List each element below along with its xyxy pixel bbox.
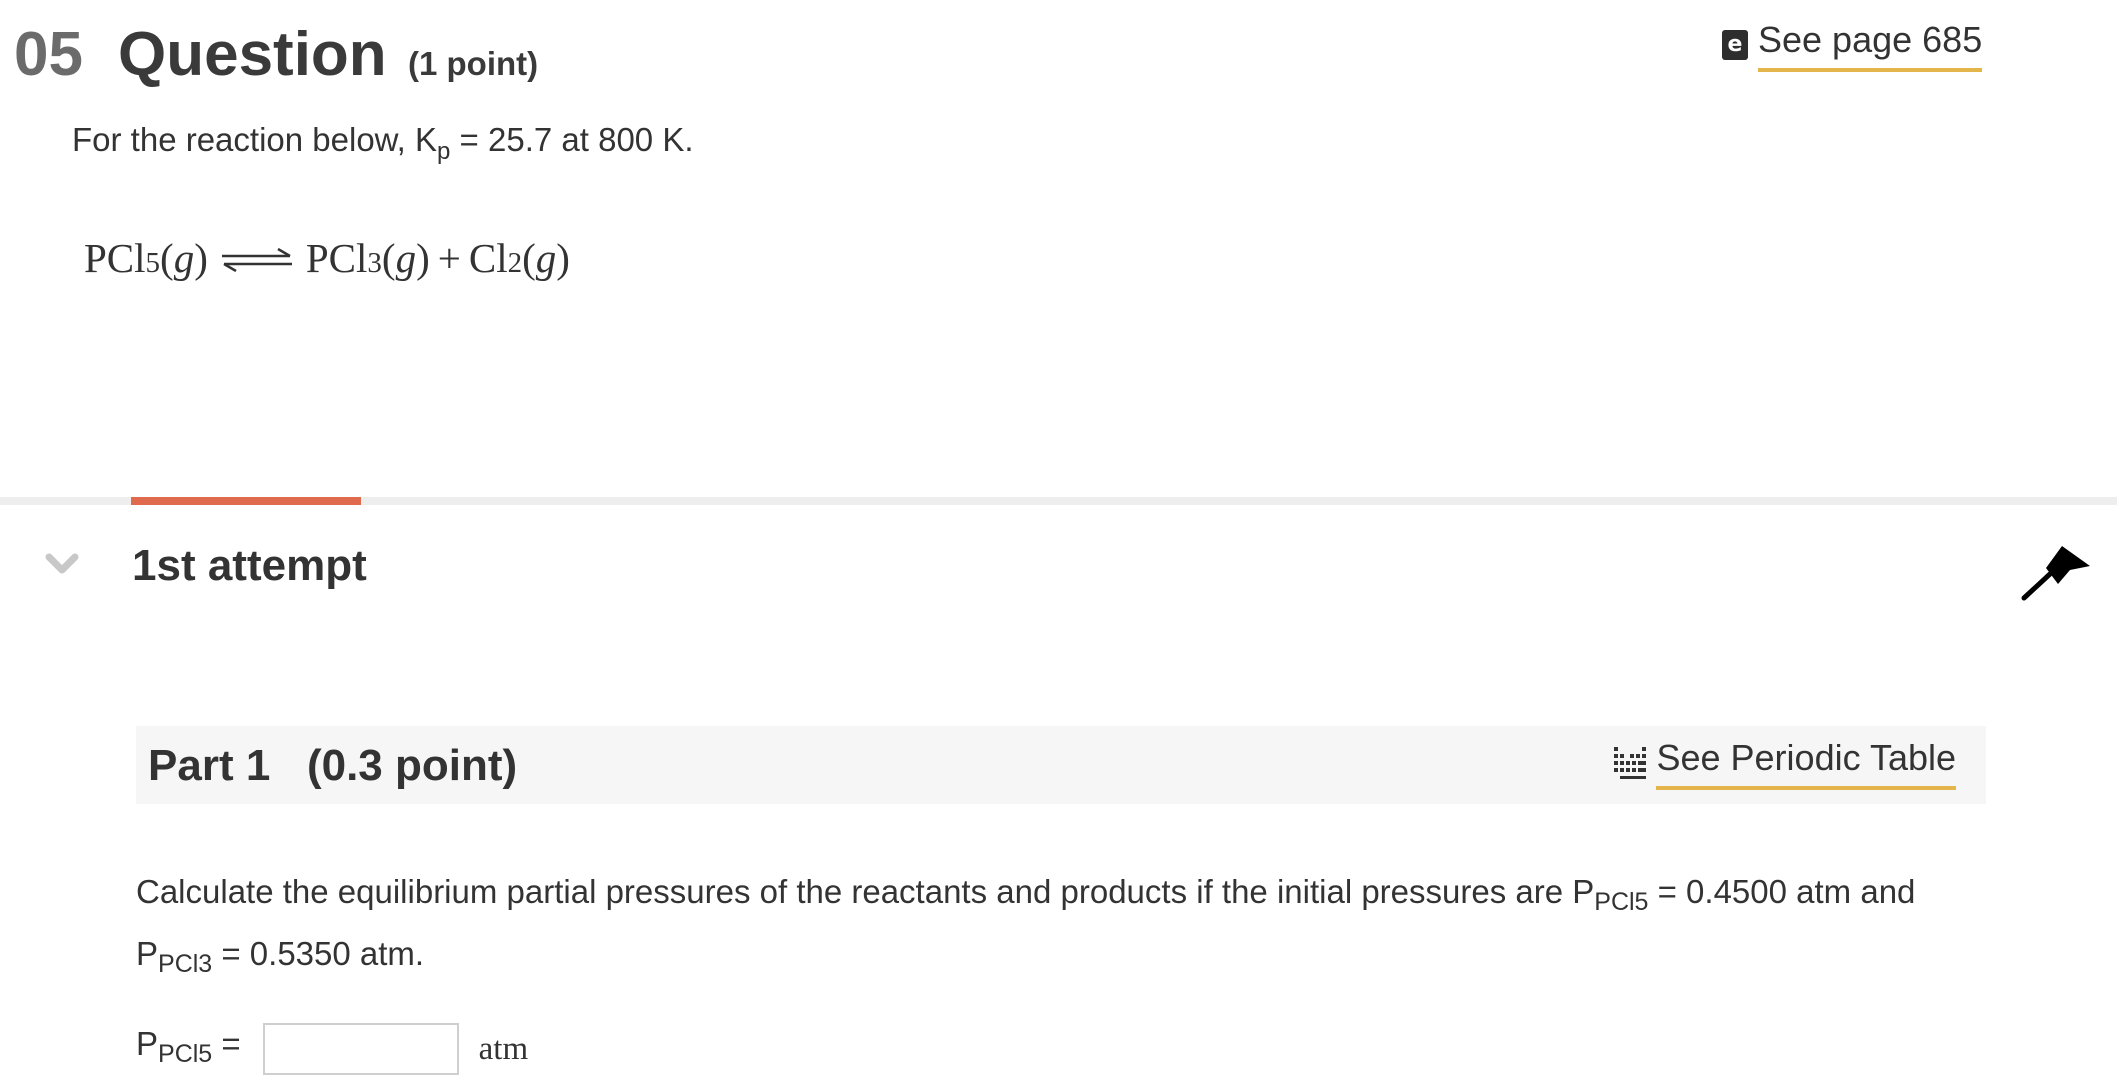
ebook-icon: e [1722,30,1748,60]
question-text: Calculate the equilibrium partial pressu… [136,866,1996,990]
plus-sign: + [437,235,461,281]
product2-subscript: 2 [507,247,523,279]
product1-subscript: 3 [367,247,382,279]
question-page: 05 Question (1 point) e See page 685 For… [0,0,2117,1087]
question-title: Question [118,20,387,89]
answer-label-sub: PCl5 [158,1040,213,1068]
periodic-table-link[interactable]: See Periodic Table [1656,736,1956,790]
question-sub-pcl5: PCl5 [1594,888,1649,916]
answer-label: PPCl5 = [136,1022,241,1076]
reaction-equation: PCl 5(g) PCl 3(g) + Cl 2(g) [84,228,570,293]
intro-suffix: = 25.7 at 800 K. [450,121,694,158]
chevron-down-icon[interactable] [44,546,80,582]
question-points: (1 point) [408,45,539,82]
question-text-part1: Calculate the equilibrium partial pressu… [136,873,1595,910]
reactant-state: g [173,235,195,281]
reactant-formula: PCl [84,235,146,281]
question-text-part3: = 0.5350 atm. [212,935,425,972]
answer-label-main: P [136,1025,159,1062]
see-page-link-group[interactable]: e See page 685 [1722,18,1983,72]
periodic-table-icon [1614,747,1647,779]
product2-state: g [535,235,557,281]
flag-icon[interactable] [2020,540,2094,602]
answer-label-eq: = [212,1025,241,1062]
answer-row-ppcl5: PPCl5 = atm [136,1020,528,1078]
intro-kp-subscript: p [437,138,451,165]
ppcl5-answer-input[interactable] [262,1023,459,1075]
part-header: Part 1 (0.3 point) See Periodic Table [136,726,1986,804]
reactant-subscript: 5 [145,247,161,279]
question-sub-pcl3: PCl3 [158,950,213,978]
part-title: Part 1 (0.3 point) [148,741,518,790]
periodic-table-link-group[interactable]: See Periodic Table [1612,736,1956,790]
product1-state: g [395,235,417,281]
answer-unit: atm [478,1030,529,1067]
question-number: 05 [14,20,83,89]
attempt-title: 1st attempt [132,541,367,590]
attempt-progress-bar [131,497,361,505]
equilibrium-arrow-icon [221,248,292,272]
see-page-link[interactable]: See page 685 [1758,18,1983,72]
product2-formula: Cl [468,235,508,281]
product1-formula: PCl [305,235,368,281]
intro-prefix: For the reaction below, K [72,121,438,158]
reaction-intro: For the reaction below, Kp = 25.7 at 800… [72,118,694,174]
